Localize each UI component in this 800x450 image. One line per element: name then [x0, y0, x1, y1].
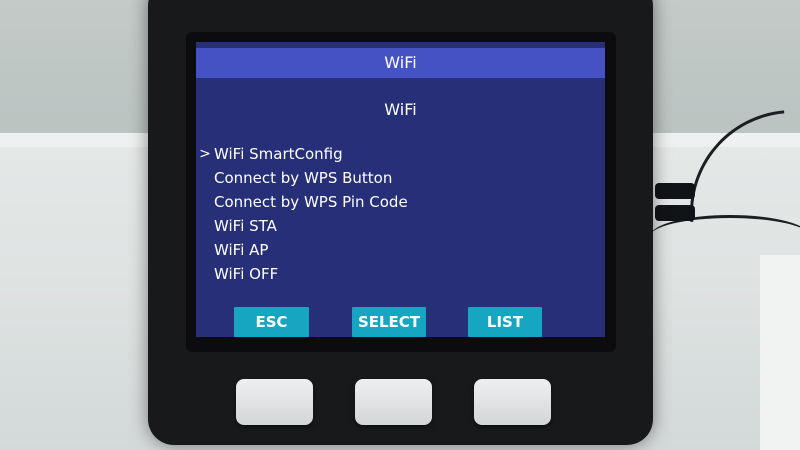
cable-connector: [655, 205, 695, 221]
menu-item-wifi-off[interactable]: WiFi OFF: [196, 262, 605, 286]
menu-item-wifi-ap[interactable]: WiFi AP: [196, 238, 605, 262]
lcd-screen: WiFi WiFi > WiFi SmartConfig Connect by …: [196, 42, 605, 337]
select-softkey[interactable]: SELECT: [352, 307, 426, 337]
menu-item-wps-pin-code[interactable]: Connect by WPS Pin Code: [196, 190, 605, 214]
wifi-menu: > WiFi SmartConfig Connect by WPS Button…: [196, 142, 605, 286]
menu-item-label: WiFi AP: [214, 241, 269, 259]
menu-item-label: Connect by WPS Pin Code: [214, 193, 408, 211]
selection-cursor-icon: >: [199, 146, 211, 162]
menu-item-wifi-smartconfig[interactable]: > WiFi SmartConfig: [196, 142, 605, 166]
menu-heading: WiFi: [384, 100, 417, 119]
esc-softkey[interactable]: ESC: [234, 307, 309, 337]
menu-item-wifi-sta[interactable]: WiFi STA: [196, 214, 605, 238]
menu-item-wps-button[interactable]: Connect by WPS Button: [196, 166, 605, 190]
menu-item-label: Connect by WPS Button: [214, 169, 393, 187]
hardware-button-right[interactable]: [474, 379, 551, 425]
hardware-button-left[interactable]: [236, 379, 313, 425]
hardware-button-middle[interactable]: [355, 379, 432, 425]
usb-cable-loop: [650, 215, 800, 258]
menu-item-label: WiFi STA: [214, 217, 277, 235]
photo-scene: WiFi WiFi > WiFi SmartConfig Connect by …: [0, 0, 800, 450]
title-bar: WiFi: [196, 48, 605, 78]
cable-connector: [655, 183, 695, 199]
list-softkey[interactable]: LIST: [468, 307, 542, 337]
menu-item-label: WiFi SmartConfig: [214, 145, 343, 163]
menu-item-label: WiFi OFF: [214, 265, 279, 283]
